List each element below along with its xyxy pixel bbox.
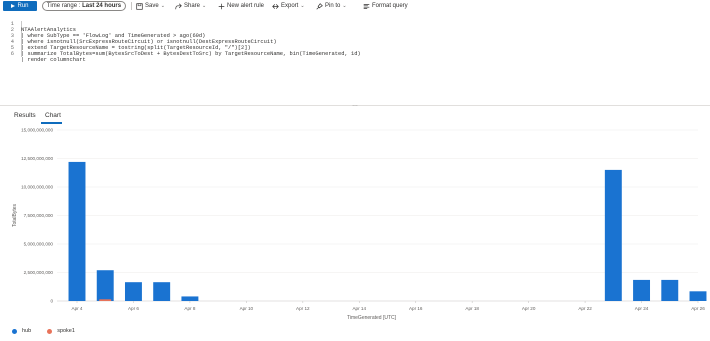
bar-hub[interactable] (68, 161, 86, 301)
y-tick-label: 7,500,000,000 (24, 213, 54, 218)
pin-label: Pin to (325, 3, 341, 9)
pin-to-button[interactable]: Pin to ⌄ (316, 1, 347, 11)
share-label: Share (184, 3, 201, 9)
chevron-down-icon: ⌄ (342, 3, 347, 9)
chevron-down-icon: ⌄ (300, 3, 305, 9)
x-tick-label: Apr 10 (240, 306, 254, 311)
line-number: 6 (10, 51, 14, 57)
x-tick-label: Apr 20 (522, 306, 536, 311)
y-axis-title: TotalBytes (12, 203, 18, 227)
chart-area: 0 2,500,000,000 5,000,000,000 7,500,000,000… (0, 124, 710, 324)
y-tick-label: 5,000,000,000 (24, 242, 54, 247)
chart-bars (68, 161, 707, 301)
x-tick-label: Apr 18 (465, 306, 479, 311)
bar-hub[interactable] (633, 279, 651, 301)
export-icon (272, 3, 279, 9)
bar-hub[interactable] (604, 169, 622, 301)
time-range-value: Last 24 hours (82, 3, 122, 9)
save-button[interactable]: Save ⌄ (136, 1, 165, 11)
run-button[interactable]: Run (3, 1, 37, 11)
format-label: Format query (372, 3, 408, 9)
toolbar-divider (131, 2, 132, 10)
y-tick-label: 12,500,000,000 (21, 156, 53, 161)
y-tick-label: 10,000,000,000 (21, 185, 53, 190)
save-label: Save (145, 3, 159, 9)
share-icon (175, 2, 182, 9)
tab-chart[interactable]: Chart (45, 112, 61, 119)
bar-spoke1[interactable] (99, 299, 112, 301)
legend-label: hub (22, 328, 32, 334)
share-button[interactable]: Share ⌄ (175, 1, 206, 11)
run-label: Run (17, 3, 29, 9)
legend-item-spoke1[interactable]: spoke1 (47, 328, 75, 334)
legend-item-hub[interactable]: hub (12, 328, 31, 334)
time-range-picker[interactable]: Time range : Last 24 hours (42, 1, 126, 11)
export-label: Export (281, 3, 299, 9)
format-icon (363, 3, 370, 9)
pin-icon (316, 2, 323, 10)
bar-hub[interactable] (661, 279, 679, 301)
chart-legend: hub spoke1 (12, 327, 91, 335)
x-tick-label: Apr 6 (128, 306, 139, 311)
new-alert-rule-button[interactable]: New alert rule (218, 1, 264, 11)
query-toolbar: Run Time range : Last 24 hours Save ⌄ Sh… (0, 0, 710, 14)
tab-results[interactable]: Results (14, 112, 36, 119)
code-text: | render columnchart (21, 57, 86, 63)
plus-icon (218, 3, 225, 9)
x-tick-label: Apr 16 (409, 306, 423, 311)
y-tick-label: 0 (50, 299, 53, 304)
legend-label: spoke1 (57, 328, 75, 334)
x-tick-label: Apr 22 (578, 306, 592, 311)
x-tick-labels: Apr 4 Apr 6 Apr 8 Apr 10 Apr 12 Apr 14 Apr 16 A… (72, 301, 705, 311)
splitter-grip-icon[interactable]: … (352, 102, 358, 108)
y-tick-label: 15,000,000,000 (21, 128, 53, 133)
x-tick-label: Apr 24 (635, 306, 649, 311)
bar-hub[interactable] (124, 282, 142, 301)
chevron-down-icon: ⌄ (202, 3, 207, 9)
query-editor[interactable]: 1 NTAAlertAnalytics 2 | where SubType ==… (0, 15, 710, 63)
x-tick-label: Apr 12 (296, 306, 310, 311)
chart-gridlines (57, 129, 698, 302)
time-range-prefix: Time range : (46, 3, 81, 9)
format-query-button[interactable]: Format query (363, 1, 408, 11)
x-axis-title: TimeGenerated [UTC] (347, 315, 397, 321)
legend-swatch (12, 328, 17, 334)
chevron-down-icon: ⌄ (160, 3, 165, 9)
bar-hub[interactable] (689, 291, 707, 301)
x-tick-label: Apr 4 (72, 306, 83, 311)
column-chart: 0 2,500,000,000 5,000,000,000 7,500,000,000… (12, 128, 707, 321)
bar-hub[interactable] (153, 282, 171, 301)
save-icon (136, 2, 143, 10)
bar-hub[interactable] (181, 296, 199, 301)
play-icon (11, 4, 16, 8)
x-tick-label: Apr 26 (691, 306, 705, 311)
export-button[interactable]: Export ⌄ (272, 1, 305, 11)
x-tick-label: Apr 8 (184, 306, 195, 311)
y-tick-label: 2,500,000,000 (24, 270, 54, 275)
legend-swatch (47, 328, 53, 334)
y-tick-labels: 0 2,500,000,000 5,000,000,000 7,500,000,000… (21, 128, 53, 304)
new-alert-label: New alert rule (227, 3, 265, 9)
bar-hub[interactable] (96, 270, 114, 301)
code-line: 6 | render columnchart (0, 45, 86, 63)
x-tick-label: Apr 14 (352, 306, 366, 311)
